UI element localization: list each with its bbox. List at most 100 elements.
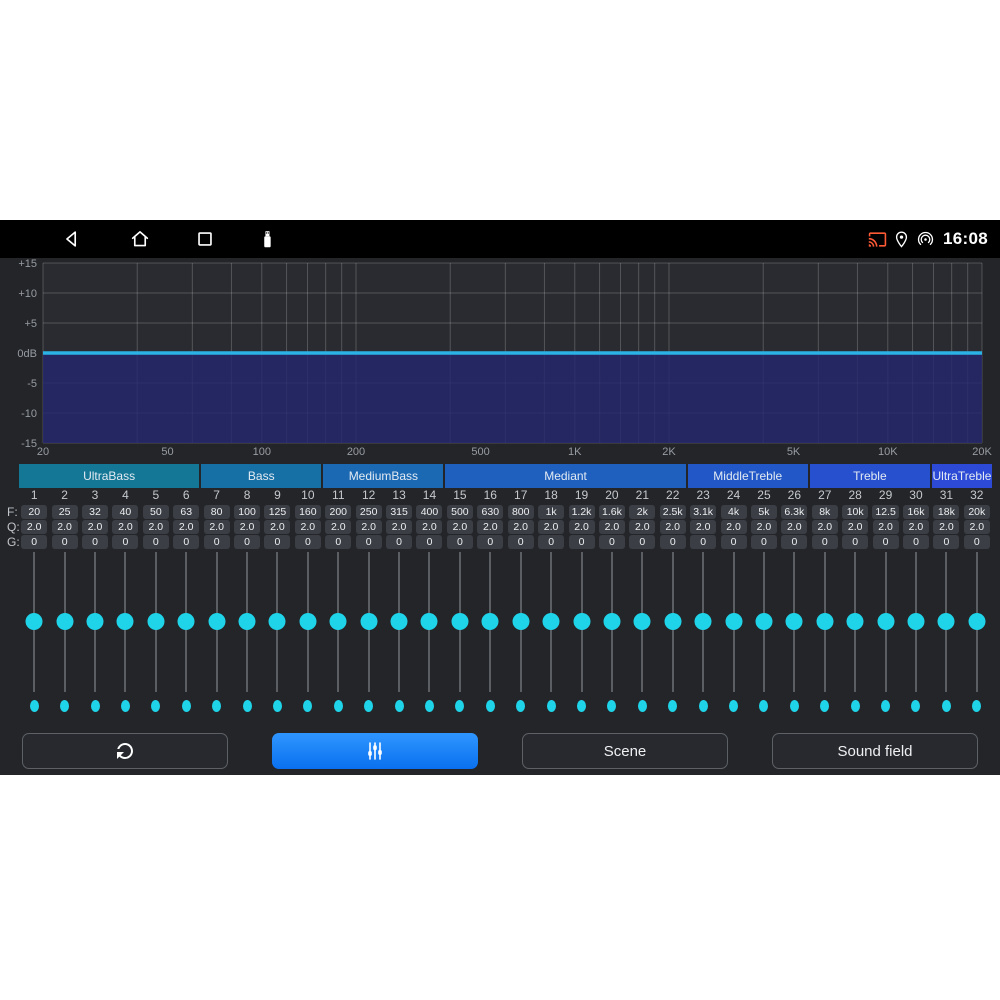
q-value[interactable]: 2.0 <box>751 520 777 534</box>
frequency-value[interactable]: 10k <box>842 505 868 519</box>
gain-value[interactable]: 0 <box>903 535 929 549</box>
slider-knob[interactable] <box>512 613 529 630</box>
frequency-value[interactable]: 1.6k <box>599 505 625 519</box>
q-value[interactable]: 2.0 <box>477 520 503 534</box>
frequency-value[interactable]: 2.5k <box>660 505 686 519</box>
q-value[interactable]: 2.0 <box>781 520 807 534</box>
slider-knob[interactable] <box>117 613 134 630</box>
slider-knob[interactable] <box>877 613 894 630</box>
q-value[interactable]: 2.0 <box>447 520 473 534</box>
frequency-value[interactable]: 1k <box>538 505 564 519</box>
q-value[interactable]: 2.0 <box>569 520 595 534</box>
slider-knob[interactable] <box>543 613 560 630</box>
gain-value[interactable]: 0 <box>873 535 899 549</box>
q-value[interactable]: 2.0 <box>842 520 868 534</box>
slider-knob[interactable] <box>573 613 590 630</box>
slider-knob[interactable] <box>147 613 164 630</box>
recents-icon[interactable] <box>194 228 216 250</box>
frequency-value[interactable]: 400 <box>416 505 442 519</box>
frequency-value[interactable]: 800 <box>508 505 534 519</box>
slider-knob[interactable] <box>208 613 225 630</box>
q-value[interactable]: 2.0 <box>112 520 138 534</box>
frequency-value[interactable]: 8k <box>812 505 838 519</box>
q-value[interactable]: 2.0 <box>264 520 290 534</box>
frequency-value[interactable]: 32 <box>82 505 108 519</box>
q-value[interactable]: 2.0 <box>21 520 47 534</box>
q-value[interactable]: 2.0 <box>325 520 351 534</box>
slider-knob[interactable] <box>87 613 104 630</box>
q-value[interactable]: 2.0 <box>873 520 899 534</box>
q-value[interactable]: 2.0 <box>234 520 260 534</box>
gain-value[interactable]: 0 <box>721 535 747 549</box>
sound-field-button[interactable]: Sound field <box>772 733 978 769</box>
frequency-value[interactable]: 20k <box>964 505 990 519</box>
gain-value[interactable]: 0 <box>21 535 47 549</box>
gain-value[interactable]: 0 <box>173 535 199 549</box>
q-value[interactable]: 2.0 <box>508 520 534 534</box>
slider-knob[interactable] <box>664 613 681 630</box>
q-value[interactable]: 2.0 <box>812 520 838 534</box>
gain-value[interactable]: 0 <box>416 535 442 549</box>
q-value[interactable]: 2.0 <box>964 520 990 534</box>
frequency-value[interactable]: 315 <box>386 505 412 519</box>
frequency-value[interactable]: 80 <box>204 505 230 519</box>
frequency-value[interactable]: 6.3k <box>781 505 807 519</box>
gain-value[interactable]: 0 <box>660 535 686 549</box>
gain-value[interactable]: 0 <box>477 535 503 549</box>
q-value[interactable]: 2.0 <box>82 520 108 534</box>
q-value[interactable]: 2.0 <box>629 520 655 534</box>
gain-value[interactable]: 0 <box>325 535 351 549</box>
frequency-value[interactable]: 20 <box>21 505 47 519</box>
slider-knob[interactable] <box>269 613 286 630</box>
frequency-value[interactable]: 4k <box>721 505 747 519</box>
frequency-value[interactable]: 3.1k <box>690 505 716 519</box>
gain-value[interactable]: 0 <box>538 535 564 549</box>
q-value[interactable]: 2.0 <box>356 520 382 534</box>
home-icon[interactable] <box>129 228 151 250</box>
gain-value[interactable]: 0 <box>599 535 625 549</box>
equalizer-tab-button[interactable] <box>272 733 478 769</box>
frequency-value[interactable]: 100 <box>234 505 260 519</box>
slider-knob[interactable] <box>816 613 833 630</box>
slider-knob[interactable] <box>178 613 195 630</box>
q-value[interactable]: 2.0 <box>660 520 686 534</box>
slider-knob[interactable] <box>695 613 712 630</box>
slider-knob[interactable] <box>482 613 499 630</box>
gain-value[interactable]: 0 <box>751 535 777 549</box>
q-value[interactable]: 2.0 <box>690 520 716 534</box>
slider-knob[interactable] <box>26 613 43 630</box>
gain-value[interactable]: 0 <box>447 535 473 549</box>
frequency-value[interactable]: 50 <box>143 505 169 519</box>
slider-knob[interactable] <box>451 613 468 630</box>
gain-value[interactable]: 0 <box>569 535 595 549</box>
q-value[interactable]: 2.0 <box>599 520 625 534</box>
slider-knob[interactable] <box>634 613 651 630</box>
slider-knob[interactable] <box>603 613 620 630</box>
slider-knob[interactable] <box>725 613 742 630</box>
scene-button[interactable]: Scene <box>522 733 728 769</box>
q-value[interactable]: 2.0 <box>538 520 564 534</box>
slider-knob[interactable] <box>755 613 772 630</box>
gain-value[interactable]: 0 <box>143 535 169 549</box>
frequency-value[interactable]: 630 <box>477 505 503 519</box>
frequency-value[interactable]: 500 <box>447 505 473 519</box>
frequency-value[interactable]: 2k <box>629 505 655 519</box>
gain-value[interactable]: 0 <box>964 535 990 549</box>
q-value[interactable]: 2.0 <box>204 520 230 534</box>
frequency-value[interactable]: 16k <box>903 505 929 519</box>
frequency-value[interactable]: 200 <box>325 505 351 519</box>
frequency-value[interactable]: 5k <box>751 505 777 519</box>
frequency-value[interactable]: 18k <box>933 505 959 519</box>
gain-value[interactable]: 0 <box>264 535 290 549</box>
gain-value[interactable]: 0 <box>629 535 655 549</box>
gain-value[interactable]: 0 <box>52 535 78 549</box>
gain-value[interactable]: 0 <box>356 535 382 549</box>
gain-value[interactable]: 0 <box>112 535 138 549</box>
slider-knob[interactable] <box>391 613 408 630</box>
gain-value[interactable]: 0 <box>933 535 959 549</box>
gain-value[interactable]: 0 <box>386 535 412 549</box>
gain-value[interactable]: 0 <box>295 535 321 549</box>
frequency-value[interactable]: 250 <box>356 505 382 519</box>
gain-value[interactable]: 0 <box>204 535 230 549</box>
gain-value[interactable]: 0 <box>234 535 260 549</box>
